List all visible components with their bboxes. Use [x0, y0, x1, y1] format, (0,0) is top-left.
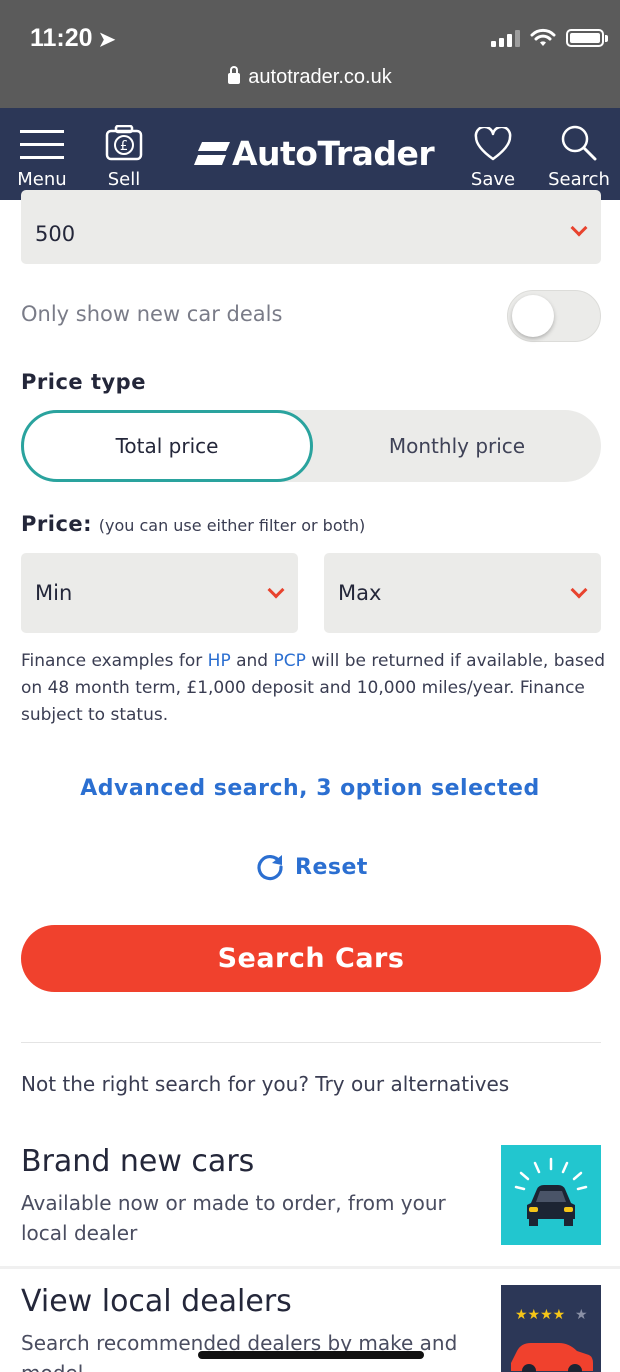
camera-pound-icon: £: [105, 125, 143, 161]
dealer-car-thumbnail-icon: ★★★★ ★: [501, 1285, 601, 1372]
clock: 11:20 ➤: [30, 24, 115, 53]
alternative-title: Brand new cars: [21, 1144, 255, 1179]
search-button[interactable]: Search: [542, 108, 616, 200]
logo-text: AutoTrader: [232, 134, 435, 173]
reset-button[interactable]: Reset: [255, 852, 368, 882]
new-deals-toggle[interactable]: [507, 290, 601, 342]
chevron-down-icon: [570, 219, 588, 237]
min-price-select[interactable]: Min: [21, 553, 298, 633]
alternative-title: View local dealers: [21, 1284, 292, 1319]
heart-icon: [474, 127, 512, 161]
price-type-heading: Price type: [21, 370, 146, 394]
menu-button[interactable]: Menu: [10, 108, 74, 200]
monthly-price-option[interactable]: Monthly price: [313, 410, 601, 482]
url-text: autotrader.co.uk: [248, 66, 392, 88]
home-indicator: [198, 1351, 424, 1359]
wifi-icon: [530, 28, 556, 46]
search-icon: [561, 125, 597, 161]
hamburger-icon: [20, 130, 64, 159]
max-price-select[interactable]: Max: [324, 553, 601, 633]
chevron-down-icon: [267, 581, 285, 599]
save-label: Save: [470, 169, 516, 190]
cellular-signal-icon: [491, 29, 520, 47]
autotrader-logo[interactable]: AutoTrader: [194, 134, 435, 173]
sell-label: Sell: [107, 169, 141, 190]
lock-icon: [228, 66, 241, 84]
min-price-value: Min: [35, 581, 73, 605]
clock-time: 11:20: [30, 24, 93, 52]
finance-text-1: Finance examples for: [21, 651, 208, 671]
max-price-value: Max: [338, 581, 382, 605]
toggle-knob: [512, 295, 554, 337]
alternative-description: Search recommended dealers by make and m…: [21, 1331, 458, 1372]
divider: [0, 1266, 620, 1269]
svg-text:★★★★: ★★★★: [515, 1307, 565, 1323]
total-price-option[interactable]: Total price: [21, 410, 313, 482]
new-deals-label: Only show new car deals: [21, 302, 283, 326]
alternatives-intro: Not the right search for you? Try our al…: [21, 1072, 510, 1096]
distance-select[interactable]: 500: [21, 190, 601, 264]
svg-text:£: £: [120, 139, 128, 154]
finance-and: and: [230, 651, 274, 671]
price-label: Price:: [21, 512, 93, 536]
reset-label: Reset: [295, 854, 368, 880]
location-arrow-icon: ➤: [98, 29, 116, 51]
logo-mark-icon: [194, 141, 230, 165]
finance-note: Finance examples for HP and PCP will be …: [21, 648, 611, 729]
menu-label: Menu: [17, 169, 67, 190]
hp-link[interactable]: HP: [208, 651, 231, 671]
advanced-search-link[interactable]: Advanced search, 3 option selected: [0, 776, 620, 801]
price-heading: Price: (you can use either filter or bot…: [21, 512, 365, 536]
battery-icon: [566, 29, 608, 47]
divider: [21, 1042, 601, 1043]
chevron-down-icon: [570, 581, 588, 599]
price-type-segmented-control: Monthly price Total price: [21, 410, 601, 482]
distance-value: 500: [35, 222, 76, 246]
save-button[interactable]: Save: [462, 108, 524, 200]
site-header: Menu £ Sell AutoTrader Save Search: [0, 108, 620, 200]
reset-icon: [257, 855, 283, 881]
address-bar[interactable]: autotrader.co.uk: [0, 66, 620, 89]
alternative-description: Available now or made to order, from you…: [21, 1191, 446, 1245]
status-icons: [491, 28, 608, 48]
search-cars-button[interactable]: Search Cars: [21, 925, 601, 992]
pcp-link[interactable]: PCP: [274, 651, 306, 671]
status-bar: 11:20 ➤ autotrader.co.uk: [0, 0, 620, 108]
price-hint: (you can use either filter or both): [98, 516, 366, 535]
svg-text:★: ★: [575, 1307, 588, 1323]
search-label: Search: [548, 169, 610, 190]
sell-button[interactable]: £ Sell: [96, 108, 152, 200]
new-car-thumbnail-icon: [501, 1145, 601, 1245]
